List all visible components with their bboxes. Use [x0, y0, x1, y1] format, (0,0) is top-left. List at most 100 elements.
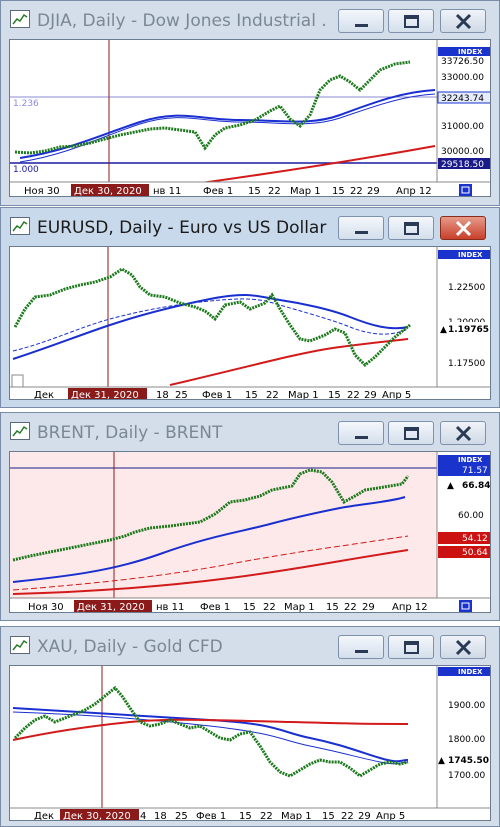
price-tag: 33726.50 — [441, 57, 484, 67]
x-label: 15 — [332, 186, 345, 197]
maximize-icon — [404, 427, 419, 440]
djia-window: DJIA, Daily - Dow Jones Industrial ... 1… — [0, 0, 500, 206]
close-icon — [455, 639, 472, 656]
x-label: 15 — [322, 811, 335, 821]
scale-label: INDEX — [458, 48, 483, 56]
x-label: 29 — [364, 390, 377, 400]
minimize-icon — [355, 24, 368, 27]
x-label: 22 — [260, 811, 273, 821]
minimize-icon — [355, 650, 368, 653]
price-tag: 50.64 — [462, 548, 488, 558]
x-label: 29 — [358, 811, 371, 821]
chart-app-icon — [10, 10, 30, 28]
x-label: Мар 1 — [284, 602, 315, 613]
price-tag: 54.12 — [462, 534, 488, 544]
x-label: Фев 1 — [203, 186, 233, 197]
price-tag: 1745.50 — [448, 756, 489, 766]
maximize-icon — [404, 15, 419, 28]
minimize-button[interactable] — [338, 9, 384, 33]
price-tag: 32243.74 — [441, 94, 484, 104]
x-label: 22 — [341, 811, 354, 821]
close-button[interactable] — [440, 421, 486, 445]
x-label: Дек — [34, 811, 54, 821]
x-label: 22 — [344, 602, 357, 613]
close-icon — [455, 220, 472, 237]
x-label: 29 — [367, 186, 380, 197]
x-label: Фев 1 — [200, 602, 230, 613]
x-label: 4 — [140, 811, 146, 821]
y-tick: 33000.00 — [441, 73, 484, 83]
x-label: Мар 1 — [281, 811, 312, 821]
scroll-end-button[interactable] — [459, 184, 472, 196]
xau-titlebar[interactable]: XAU, Daily - Gold CFD — [1, 627, 499, 665]
window-title: BRENT, Daily - BRENT — [37, 423, 223, 443]
y-tick: 31000.00 — [441, 122, 484, 132]
x-label: нв 11 — [153, 186, 181, 197]
x-label: Фев 1 — [202, 390, 232, 400]
maximize-button[interactable] — [388, 421, 434, 445]
x-label: 25 — [175, 811, 188, 821]
x-label: Апр 5 — [382, 390, 411, 400]
maximize-button[interactable] — [388, 9, 434, 33]
x-label: Апр 12 — [392, 602, 428, 613]
x-label: 22 — [268, 186, 281, 197]
x-label: 15 — [328, 390, 341, 400]
x-label: 22 — [263, 602, 276, 613]
xau-chart[interactable]: INDEX 1900.00 1800.00 ▲ 1745.50 1700.00 … — [9, 665, 491, 821]
close-icon — [455, 13, 472, 30]
x-label: Апр 5 — [376, 811, 405, 821]
y-tick: 30000.00 — [441, 147, 484, 157]
x-label: 15 — [239, 811, 252, 821]
chart-app-icon — [10, 217, 30, 235]
x-label: Ноя 30 — [24, 186, 60, 197]
current-price-arrow: ▲ — [440, 325, 447, 335]
brent-chart[interactable]: INDEX 71.57 ▲ 66.84 60.00 54.12 50.64 Но… — [9, 451, 491, 613]
x-label: Мар 1 — [288, 390, 319, 400]
minimize-icon — [355, 436, 368, 439]
close-button[interactable] — [440, 635, 486, 659]
cursor-date-tag: Дек 31, 2020 — [77, 602, 145, 613]
window-title: EURUSD, Daily - Euro vs US Dollar — [37, 218, 327, 238]
maximize-icon — [404, 222, 419, 235]
cursor-date-tag: Дек 31, 2020 — [71, 390, 139, 400]
maximize-button[interactable] — [388, 216, 434, 240]
eurusd-chart[interactable]: INDEX 1.22500 1.20000 ▲ 1.19765 1.17500 … — [9, 246, 491, 400]
minimize-button[interactable] — [338, 216, 384, 240]
minimize-button[interactable] — [338, 635, 384, 659]
close-button[interactable] — [440, 9, 486, 33]
minimize-icon — [355, 231, 368, 234]
brent-window: BRENT, Daily - BRENT INDEX 71.57 ▲ 66.84… — [0, 412, 500, 621]
scale-label: INDEX — [458, 668, 483, 676]
maximize-button[interactable] — [388, 635, 434, 659]
price-tag: 66.84 — [462, 481, 490, 491]
x-label: 22 — [347, 390, 360, 400]
djia-chart[interactable]: 1.236 1.000 INDEX 33726.50 33000.00 3224… — [9, 39, 491, 197]
price-tag: 29518.50 — [441, 160, 484, 170]
eurusd-window: EURUSD, Daily - Euro vs US Dollar INDEX … — [0, 207, 500, 408]
x-label: 25 — [175, 390, 188, 400]
close-button[interactable] — [440, 216, 486, 240]
x-label: 18 — [154, 811, 167, 821]
eurusd-titlebar[interactable]: EURUSD, Daily - Euro vs US Dollar — [1, 208, 499, 246]
brent-titlebar[interactable]: BRENT, Daily - BRENT — [1, 413, 499, 451]
y-tick: 1700.00 — [448, 771, 485, 781]
annotation-label: 1.236 — [13, 99, 39, 109]
xau-window: XAU, Daily - Gold CFD INDEX 1900.00 1800… — [0, 626, 500, 827]
x-label: 22 — [350, 186, 363, 197]
price-tag: 1.19765 — [448, 325, 489, 335]
x-label: 15 — [248, 186, 261, 197]
x-label: 15 — [326, 602, 339, 613]
x-label: Дек — [34, 390, 54, 400]
current-price-arrow: ▲ — [447, 481, 454, 491]
cursor-date-tag: Дек 30, 2020 — [63, 811, 131, 821]
x-label: 22 — [266, 390, 279, 400]
x-label: Фев 1 — [196, 811, 226, 821]
chart-app-icon — [10, 636, 30, 654]
djia-titlebar[interactable]: DJIA, Daily - Dow Jones Industrial ... — [1, 1, 499, 39]
chart-app-icon — [10, 422, 30, 440]
scroll-end-button[interactable] — [459, 600, 472, 612]
minimize-button[interactable] — [338, 421, 384, 445]
x-label: 18 — [156, 390, 169, 400]
close-icon — [455, 425, 472, 442]
x-label: нв 11 — [156, 602, 184, 613]
